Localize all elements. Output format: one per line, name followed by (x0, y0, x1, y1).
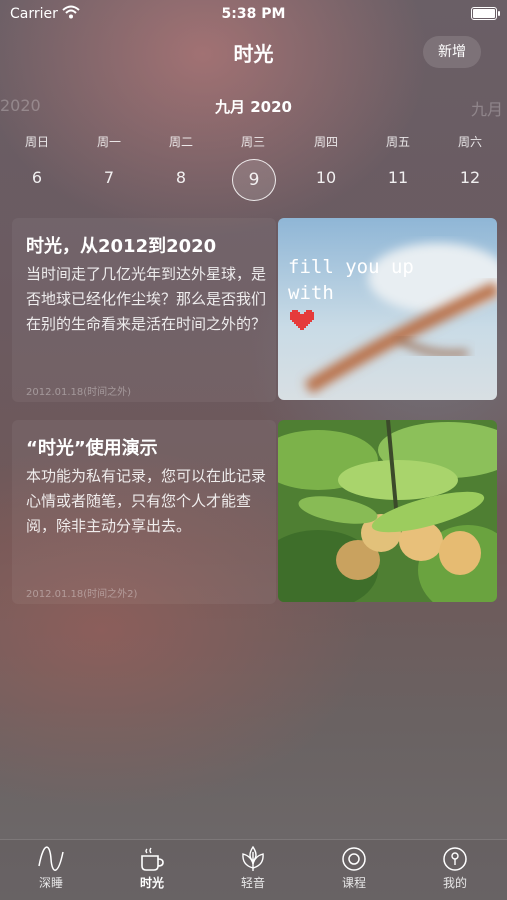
tab-profile[interactable]: 我的 (415, 846, 495, 891)
profile-icon (443, 847, 467, 871)
tab-time[interactable]: 时光 (112, 846, 192, 891)
tab-label: 轻音 (240, 876, 265, 890)
weekday-label: 周三 (240, 135, 265, 149)
date-cell-selected[interactable]: 9 (232, 159, 276, 201)
circle-target-icon (342, 847, 366, 871)
tab-courses[interactable]: 课程 (314, 846, 394, 891)
tab-label: 课程 (341, 876, 366, 890)
entry-body: 当时间走了几亿光年到达外星球，是否地球已经化作尘埃？那么是否我们在别的生命看来是… (26, 265, 267, 333)
status-time: 5:38 PM (221, 6, 286, 22)
battery-icon (471, 7, 500, 20)
tab-label: 深睡 (38, 876, 63, 890)
add-button[interactable]: 新增 (423, 36, 481, 68)
entry-card[interactable]: “时光”使用演示 本功能为私有记录，您可以在此记录心情或者随笔，只有您个人才能查… (12, 420, 497, 604)
ginkgo-fruit-image (278, 420, 497, 602)
entry-card[interactable]: 时光，从2012到2020 当时间走了几亿光年到达外星球，是否地球已经化作尘埃？… (12, 218, 497, 402)
cup-icon (141, 847, 164, 871)
weekday-label: 周四 (313, 135, 338, 149)
weekday-label: 周五 (385, 135, 410, 149)
tab-label: 时光 (139, 876, 164, 890)
weekday-label: 周二 (168, 135, 193, 149)
wave-icon (38, 846, 64, 871)
date-cell[interactable]: 7 (88, 168, 130, 190)
date-cell[interactable]: 8 (160, 168, 202, 190)
next-month-label[interactable]: 九月 (471, 96, 503, 120)
date-cell[interactable]: 11 (377, 168, 419, 190)
image-caption: fill you up with (288, 254, 414, 341)
entry-title: “时光”使用演示 (26, 438, 158, 459)
date-cell[interactable]: 10 (305, 168, 347, 190)
entry-date: 2012.01.18(时间之外) (26, 387, 132, 398)
tab-label: 我的 (442, 876, 467, 890)
status-bar: Carrier 5:38 PM (0, 0, 507, 28)
image-caption-line: fill you up (288, 256, 414, 278)
tab-bar: 深睡 时光 轻音 课程 我的 (0, 839, 507, 900)
weekday-label: 周六 (457, 135, 482, 149)
image-caption-line: with (288, 282, 334, 304)
weekday-label: 周日 (24, 135, 49, 149)
heart-icon (290, 310, 314, 330)
entry-title: 时光，从2012到2020 (26, 236, 217, 257)
tab-light-music[interactable]: 轻音 (213, 846, 293, 891)
entry-image[interactable] (278, 420, 497, 602)
date-cell[interactable]: 6 (16, 168, 58, 190)
leaf-icon (242, 846, 264, 871)
weekday-label: 周一 (96, 135, 121, 149)
tab-deep-sleep[interactable]: 深睡 (11, 846, 91, 891)
entry-body: 本功能为私有记录，您可以在此记录心情或者随笔，只有您个人才能查阅，除非主动分享出… (26, 467, 267, 535)
entry-image[interactable]: fill you up with (278, 218, 497, 400)
current-month-label: 九月 2020 (215, 98, 292, 116)
date-cell[interactable]: 12 (449, 168, 491, 190)
entry-date: 2012.01.18(时间之外2) (26, 589, 138, 600)
